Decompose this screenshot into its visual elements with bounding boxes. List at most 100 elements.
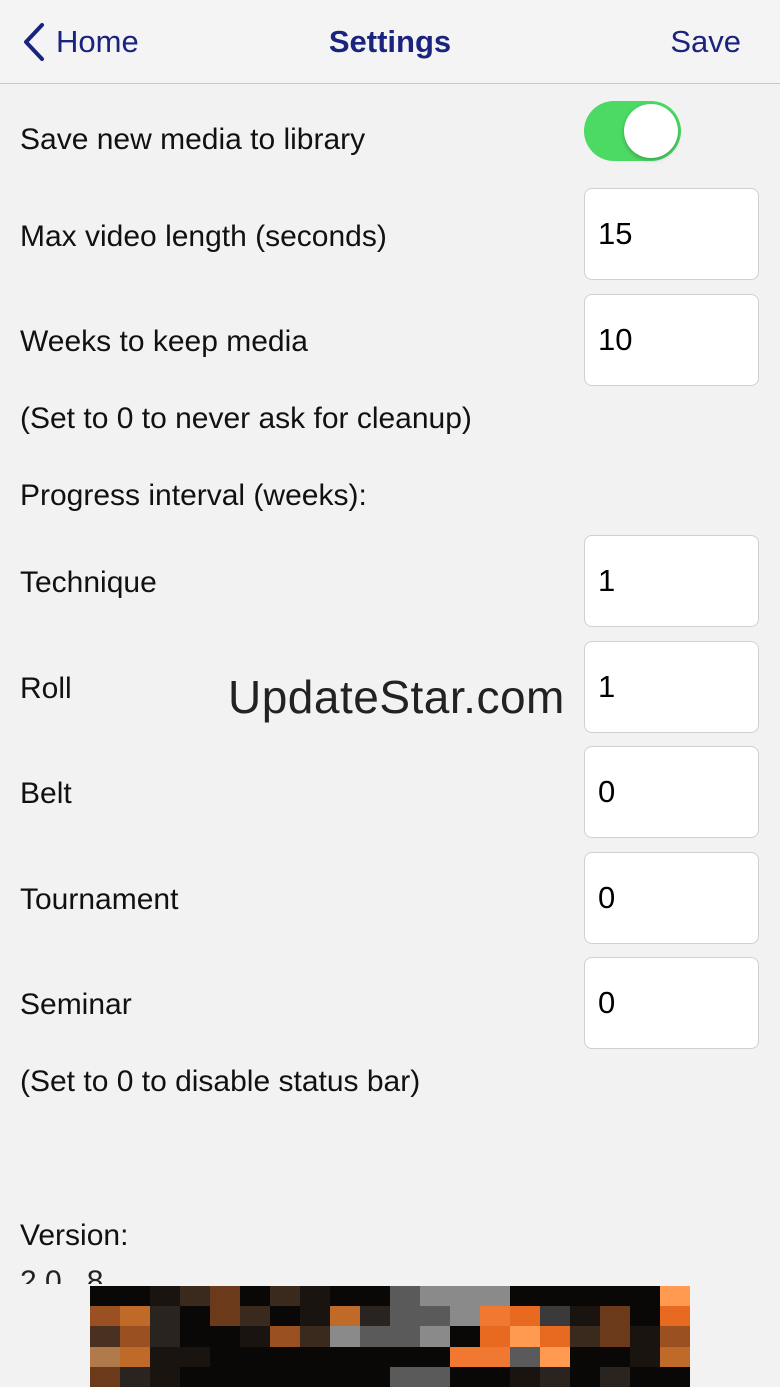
cleanup-hint: (Set to 0 to never ask for cleanup) — [20, 402, 472, 435]
ad-pixel — [360, 1306, 390, 1327]
ad-pixel — [180, 1366, 210, 1387]
ad-pixel — [600, 1326, 630, 1347]
technique-label: Technique — [20, 566, 157, 599]
ad-pixel — [270, 1326, 300, 1347]
ad-pixel — [450, 1346, 480, 1367]
ad-pixel — [420, 1306, 450, 1327]
weeks-keep-input[interactable] — [584, 294, 759, 386]
belt-input[interactable] — [584, 746, 759, 838]
ad-pixel — [630, 1306, 660, 1327]
ad-pixel — [390, 1366, 420, 1387]
ad-pixel — [420, 1366, 450, 1387]
seminar-label: Seminar — [20, 988, 132, 1021]
ad-pixel — [420, 1346, 450, 1367]
ad-pixel — [210, 1326, 240, 1347]
back-label: Home — [56, 24, 139, 59]
save-media-label: Save new media to library — [20, 123, 366, 156]
ad-pixel — [150, 1346, 180, 1367]
ad-pixel — [480, 1346, 510, 1367]
watermark-text: UpdateStar.com — [228, 671, 565, 723]
technique-input[interactable] — [584, 535, 759, 627]
ad-pixel — [570, 1286, 600, 1307]
weeks-keep-label: Weeks to keep media — [20, 325, 308, 358]
ad-pixel — [540, 1346, 570, 1367]
chevron-left-icon — [24, 23, 44, 61]
ad-pixel — [150, 1286, 180, 1307]
ad-pixel — [450, 1326, 480, 1347]
ad-pixel — [540, 1326, 570, 1347]
save-button[interactable]: Save — [670, 22, 741, 62]
ad-pixel — [540, 1366, 570, 1387]
ad-pixel — [570, 1326, 600, 1347]
ad-pixel — [270, 1306, 300, 1327]
ad-pixel — [480, 1366, 510, 1387]
ad-pixel — [480, 1306, 510, 1327]
ad-pixel — [240, 1286, 270, 1307]
ad-pixel — [120, 1346, 150, 1367]
ad-pixel — [240, 1326, 270, 1347]
ad-pixel — [300, 1346, 330, 1367]
ad-pixel — [210, 1366, 240, 1387]
ad-pixel — [210, 1346, 240, 1367]
ad-pixel — [570, 1366, 600, 1387]
ad-pixel — [480, 1286, 510, 1307]
ad-pixel — [90, 1346, 120, 1367]
ad-pixel — [360, 1366, 390, 1387]
ad-pixel — [540, 1306, 570, 1327]
ad-pixel — [300, 1286, 330, 1307]
ad-pixel — [150, 1366, 180, 1387]
ad-pixel — [360, 1326, 390, 1347]
ad-pixel — [150, 1326, 180, 1347]
ad-pixel — [180, 1286, 210, 1307]
ad-pixel — [300, 1326, 330, 1347]
ad-pixel — [510, 1306, 540, 1327]
ad-pixel — [510, 1346, 540, 1367]
ad-pixel — [660, 1346, 690, 1367]
max-video-label: Max video length (seconds) — [20, 220, 387, 253]
roll-input[interactable] — [584, 641, 759, 733]
ad-pixel — [390, 1306, 420, 1327]
ad-pixel — [270, 1366, 300, 1387]
ad-pixel — [120, 1366, 150, 1387]
toggle-knob — [624, 104, 678, 158]
version-label: Version: — [20, 1219, 129, 1252]
ad-pixel — [330, 1306, 360, 1327]
ad-pixel — [660, 1366, 690, 1387]
tournament-input[interactable] — [584, 852, 759, 944]
ad-pixel — [330, 1346, 360, 1367]
ad-pixel — [390, 1346, 420, 1367]
save-media-toggle[interactable] — [584, 101, 681, 161]
ad-pixel — [630, 1326, 660, 1347]
ad-pixel — [480, 1326, 510, 1347]
back-button[interactable]: Home — [22, 22, 139, 62]
ad-pixel — [120, 1306, 150, 1327]
ad-pixel — [360, 1286, 390, 1307]
ad-pixel — [120, 1286, 150, 1307]
ad-pixel — [90, 1326, 120, 1347]
ad-pixel — [90, 1366, 120, 1387]
ad-pixel — [600, 1366, 630, 1387]
ad-pixel — [390, 1286, 420, 1307]
tournament-label: Tournament — [20, 883, 179, 916]
ad-pixel — [510, 1326, 540, 1347]
ad-pixel — [660, 1286, 690, 1307]
ad-pixel — [180, 1326, 210, 1347]
ad-pixel — [210, 1286, 240, 1307]
ad-pixel — [300, 1306, 330, 1327]
ad-pixel — [210, 1306, 240, 1327]
ad-pixel — [240, 1366, 270, 1387]
seminar-input[interactable] — [584, 957, 759, 1049]
ad-pixel — [300, 1366, 330, 1387]
ad-pixel — [420, 1326, 450, 1347]
ad-pixel — [630, 1366, 660, 1387]
ad-pixel — [570, 1346, 600, 1367]
max-video-input[interactable] — [584, 188, 759, 280]
ad-banner[interactable] — [90, 1286, 690, 1387]
ad-pixel — [630, 1346, 660, 1367]
progress-interval-heading: Progress interval (weeks): — [20, 479, 367, 512]
ad-pixel — [450, 1286, 480, 1307]
version-value: 2.0 . 8 — [20, 1265, 104, 1284]
ad-pixel — [330, 1326, 360, 1347]
ad-pixel — [660, 1306, 690, 1327]
ad-pixel — [510, 1286, 540, 1307]
